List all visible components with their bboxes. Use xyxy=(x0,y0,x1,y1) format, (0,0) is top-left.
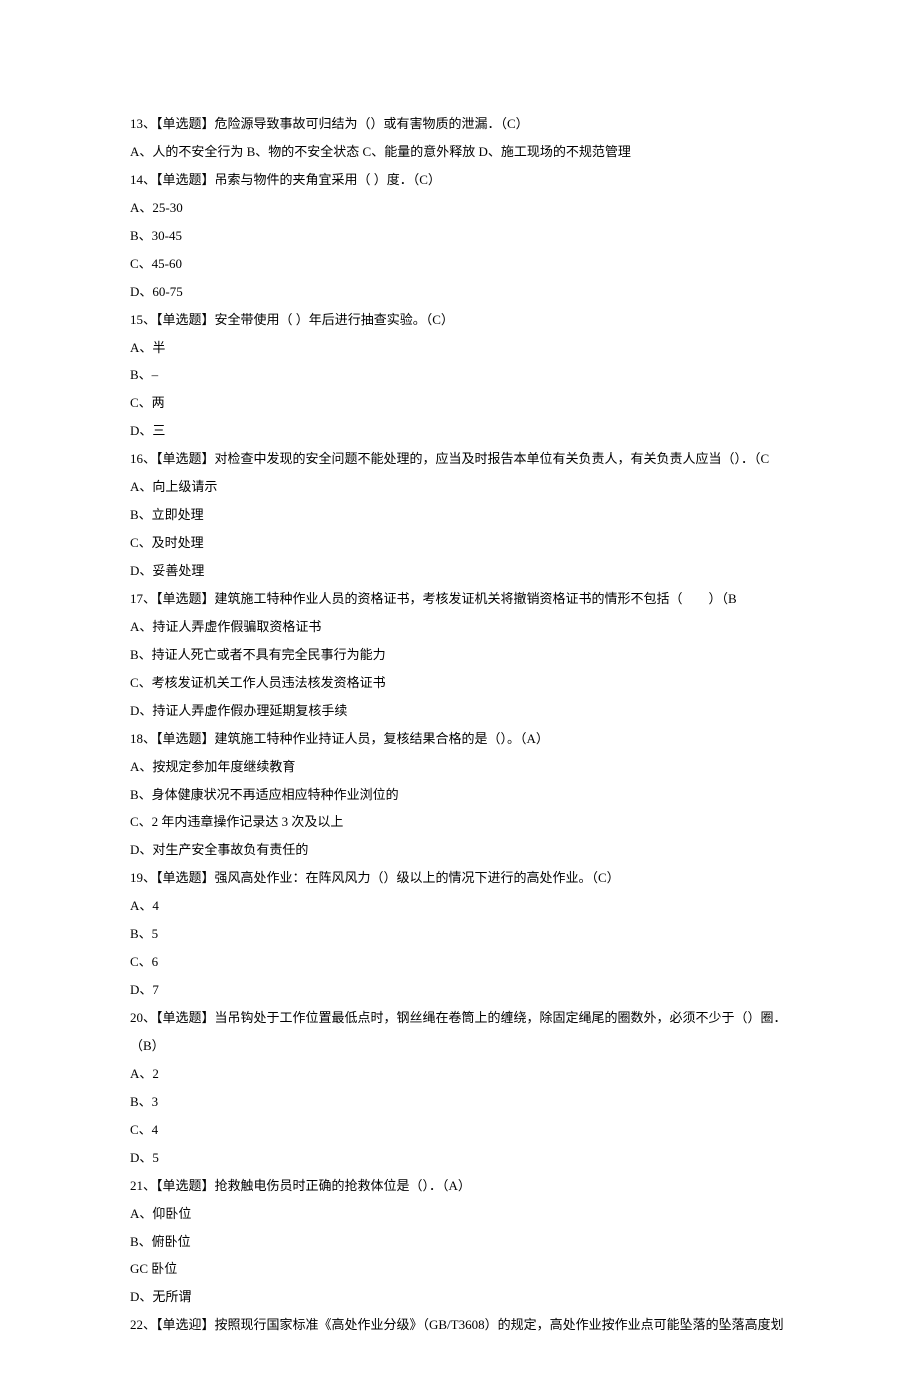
text-line: A、持证人弄虚作假骗取资格证书 xyxy=(130,613,790,641)
text-line: C、两 xyxy=(130,389,790,417)
text-line: 13、【单选题】危险源导致事故可归结为（）或有害物质的泄漏．（C） xyxy=(130,110,790,138)
text-line: B、立即处理 xyxy=(130,501,790,529)
text-line: 20、【单选题】当吊钩处于工作位置最低点时，钢丝绳在卷筒上的缠绕，除固定绳尾的圈… xyxy=(130,1004,790,1060)
text-line: 15、【单选题】安全带使用（ ）年后进行抽查实验。（C） xyxy=(130,306,790,334)
text-line: 18、【单选题】建筑施工特种作业持证人员，复核结果合格的是（）。（A） xyxy=(130,725,790,753)
text-line: 22、【单选迎】按照现行国家标准《高处作业分级》（GB/T3608）的规定，高处… xyxy=(130,1311,790,1339)
text-line: A、仰卧位 xyxy=(130,1200,790,1228)
text-line: B、– xyxy=(130,361,790,389)
text-line: D、妥善处理 xyxy=(130,557,790,585)
text-line: C、及时处理 xyxy=(130,529,790,557)
text-line: 19、【单选题】强风高处作业：在阵风风力（）级以上的情况下进行的高处作业。（C） xyxy=(130,864,790,892)
text-line: A、2 xyxy=(130,1060,790,1088)
text-line: A、按规定参加年度继续教育 xyxy=(130,753,790,781)
text-line: D、对生产安全事故负有责任的 xyxy=(130,836,790,864)
text-line: D、无所谓 xyxy=(130,1283,790,1311)
exam-document: 13、【单选题】危险源导致事故可归结为（）或有害物质的泄漏．（C）A、人的不安全… xyxy=(130,110,790,1339)
text-line: B、身体健康状况不再适应相应特种作业浏位的 xyxy=(130,781,790,809)
text-line: B、持证人死亡或者不具有完全民事行为能力 xyxy=(130,641,790,669)
text-line: D、60-75 xyxy=(130,278,790,306)
text-line: 21、【单选题】抢救触电伤员时正确的抢救体位是（）．（A） xyxy=(130,1172,790,1200)
text-line: B、5 xyxy=(130,920,790,948)
text-line: D、5 xyxy=(130,1144,790,1172)
text-line: A、半 xyxy=(130,334,790,362)
text-line: 17、【单选题】建筑施工特种作业人员的资格证书，考核发证机关将撤销资格证书的情形… xyxy=(130,585,790,613)
text-line: A、25-30 xyxy=(130,194,790,222)
text-line: B、30-45 xyxy=(130,222,790,250)
text-line: D、7 xyxy=(130,976,790,1004)
text-line: C、2 年内违章操作记录达 3 次及以上 xyxy=(130,808,790,836)
text-line: GC 卧位 xyxy=(130,1255,790,1283)
text-line: D、三 xyxy=(130,417,790,445)
text-line: C、考核发证机关工作人员违法核发资格证书 xyxy=(130,669,790,697)
text-line: C、6 xyxy=(130,948,790,976)
text-line: 16、【单选题】对检查中发现的安全问题不能处理的，应当及时报告本单位有关负责人，… xyxy=(130,445,790,473)
text-line: 14、【单选题】吊索与物件的夹角宜采用（ ）度．（C） xyxy=(130,166,790,194)
text-line: A、4 xyxy=(130,892,790,920)
text-line: B、俯卧位 xyxy=(130,1228,790,1256)
text-line: C、45-60 xyxy=(130,250,790,278)
text-line: B、3 xyxy=(130,1088,790,1116)
text-line: A、人的不安全行为 B、物的不安全状态 C、能量的意外释放 D、施工现场的不规范… xyxy=(130,138,790,166)
text-line: A、向上级请示 xyxy=(130,473,790,501)
text-line: C、4 xyxy=(130,1116,790,1144)
text-line: D、持证人弄虚作假办理延期复核手续 xyxy=(130,697,790,725)
